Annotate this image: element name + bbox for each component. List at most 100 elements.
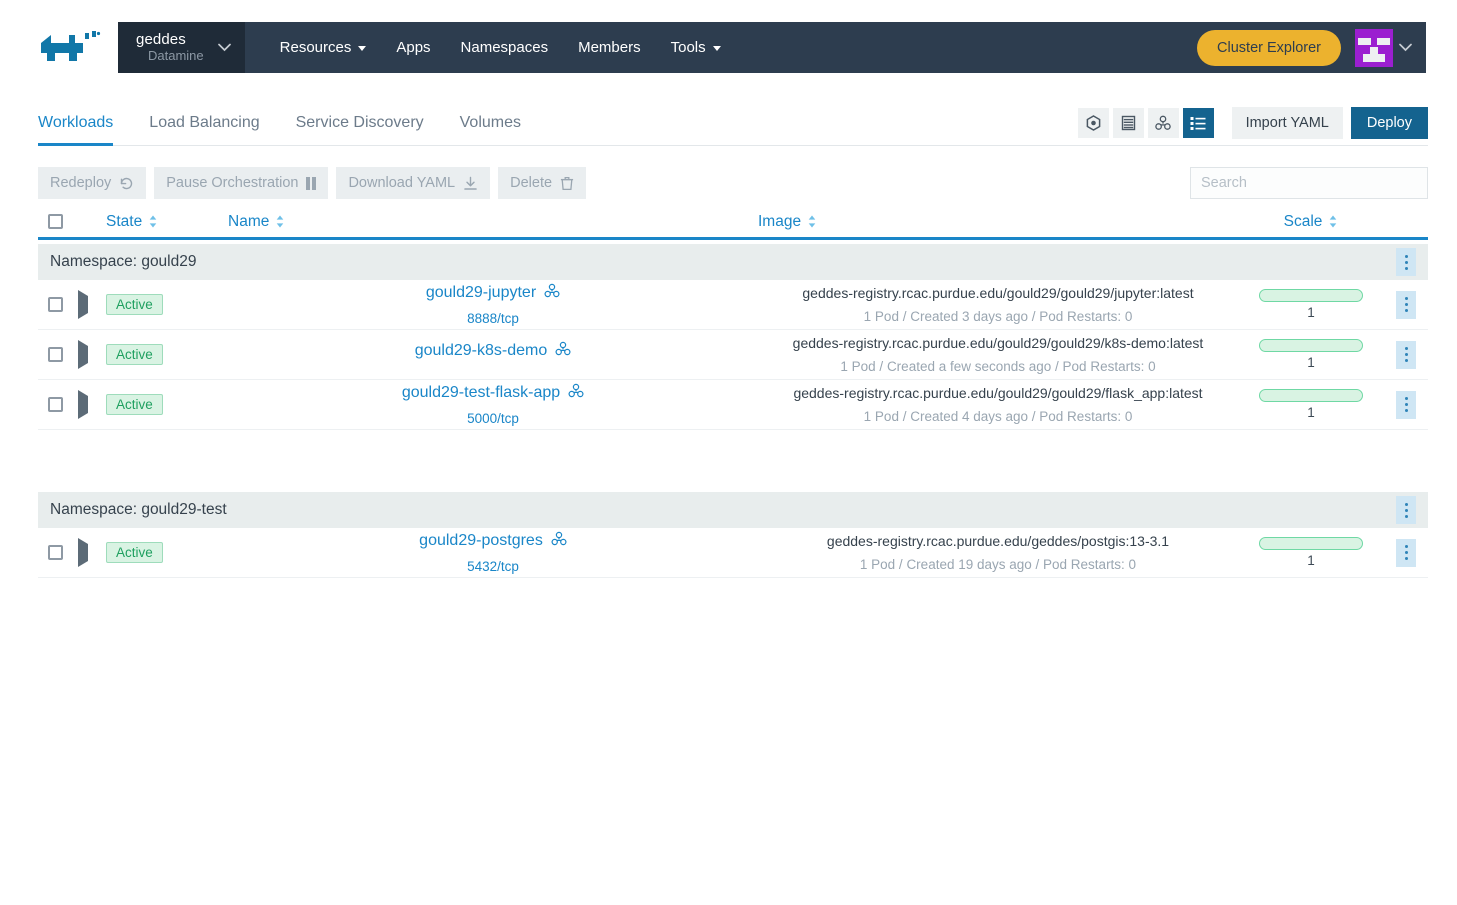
nav-label: Apps [396, 39, 430, 56]
deploy-button[interactable]: Deploy [1351, 107, 1428, 139]
cluster-nodes-icon[interactable] [1148, 108, 1179, 138]
section-tabs: Workloads Load Balancing Service Discove… [38, 104, 1428, 146]
namespace-group-label: Namespace: gould29 [50, 253, 197, 271]
kebab-menu-icon[interactable] [1396, 539, 1416, 567]
nav-label: Tools [671, 39, 706, 56]
user-menu[interactable] [1355, 29, 1412, 67]
column-header-name-label: Name [228, 213, 269, 231]
expand-arrow-icon[interactable] [78, 390, 88, 419]
scale-progress-bar [1259, 289, 1363, 302]
server-stack-icon[interactable] [1113, 108, 1144, 138]
row-checkbox[interactable] [48, 347, 63, 362]
bulk-action-bar: Redeploy Pause Orchestration Download YA… [38, 167, 1428, 199]
trash-icon [560, 176, 574, 191]
table-row[interactable]: Active gould29-test-flask-app 5000/tcp g… [38, 380, 1428, 430]
kebab-menu-icon[interactable] [1396, 391, 1416, 419]
status-badge: Active [106, 394, 163, 415]
tab-load-balancing[interactable]: Load Balancing [149, 114, 259, 146]
row-scale-cell: 1 [1238, 389, 1384, 420]
tab-workloads[interactable]: Workloads [38, 114, 113, 146]
namespace-group-menu-cell [1384, 248, 1428, 276]
download-icon [463, 176, 478, 191]
workload-name-link[interactable]: gould29-k8s-demo [415, 342, 548, 360]
row-menu-cell [1384, 539, 1428, 567]
row-checkbox[interactable] [48, 545, 63, 560]
delete-button[interactable]: Delete [498, 167, 586, 199]
nav-item-members[interactable]: Members [563, 22, 656, 73]
kebab-menu-icon[interactable] [1396, 248, 1416, 276]
workload-pod-summary: 1 Pod / Created 4 days ago / Pod Restart… [864, 409, 1133, 424]
pause-orchestration-button[interactable]: Pause Orchestration [154, 167, 328, 199]
row-menu-cell [1384, 341, 1428, 369]
table-row[interactable]: Active gould29-k8s-demo geddes-registry.… [38, 330, 1428, 380]
workload-image: geddes-registry.rcac.purdue.edu/gould29/… [802, 285, 1193, 301]
workload-image: geddes-registry.rcac.purdue.edu/gould29/… [793, 335, 1204, 351]
namespace-group-label: Namespace: gould29-test [50, 501, 227, 519]
row-image-cell: geddes-registry.rcac.purdue.edu/gould29/… [758, 385, 1238, 424]
chevron-down-icon [358, 46, 366, 51]
kebab-menu-icon[interactable] [1396, 496, 1416, 524]
tab-service-discovery[interactable]: Service Discovery [296, 114, 424, 146]
row-scale-cell: 1 [1238, 339, 1384, 370]
pause-icon [306, 177, 316, 190]
kebab-menu-icon[interactable] [1396, 291, 1416, 319]
sort-icon [1328, 214, 1338, 229]
column-header-image[interactable]: Image [758, 213, 1238, 231]
namespace-group-header: Namespace: gould29 [38, 244, 1428, 280]
rancher-logo[interactable] [22, 22, 118, 73]
table-row[interactable]: Active gould29-postgres 5432/tcp geddes-… [38, 528, 1428, 578]
workload-name-link[interactable]: gould29-jupyter [426, 284, 536, 302]
table-row[interactable]: Active gould29-jupyter 8888/tcp geddes-r… [38, 280, 1428, 330]
grouped-list-icon[interactable] [1183, 108, 1214, 138]
workload-name-link[interactable]: gould29-postgres [419, 532, 543, 550]
expand-arrow-icon[interactable] [78, 340, 88, 369]
row-expander-cell [78, 544, 106, 562]
row-checkbox-cell [38, 397, 78, 412]
row-state-cell: Active [106, 294, 228, 315]
row-expander-cell [78, 296, 106, 314]
column-header-state-label: State [106, 213, 142, 231]
workload-ports: 5432/tcp [467, 559, 519, 574]
cluster-explorer-button[interactable]: Cluster Explorer [1197, 30, 1341, 66]
row-checkbox[interactable] [48, 397, 63, 412]
workload-pod-summary: 1 Pod / Created a few seconds ago / Pod … [840, 359, 1155, 374]
cluster-selector[interactable]: geddes Datamine [118, 22, 245, 73]
row-checkbox-cell [38, 297, 78, 312]
column-header-scale[interactable]: Scale [1238, 213, 1384, 231]
select-all-checkbox[interactable] [48, 214, 63, 229]
row-expander-cell [78, 396, 106, 414]
row-state-cell: Active [106, 394, 228, 415]
expand-arrow-icon[interactable] [78, 538, 88, 567]
scale-progress-bar [1259, 389, 1363, 402]
nav-item-namespaces[interactable]: Namespaces [446, 22, 564, 73]
column-header-name[interactable]: Name [228, 213, 758, 231]
cluster-name: geddes [136, 31, 204, 48]
redeploy-button[interactable]: Redeploy [38, 167, 146, 199]
scale-count: 1 [1307, 553, 1315, 568]
tab-volumes[interactable]: Volumes [460, 114, 521, 146]
kebab-menu-icon[interactable] [1396, 341, 1416, 369]
download-yaml-button[interactable]: Download YAML [336, 167, 490, 199]
chevron-down-icon [1399, 39, 1412, 57]
column-header-state[interactable]: State [106, 213, 228, 231]
nav-item-resources[interactable]: Resources [265, 22, 382, 73]
row-checkbox-cell [38, 347, 78, 362]
sort-icon [275, 214, 285, 229]
workload-name-link[interactable]: gould29-test-flask-app [402, 384, 560, 402]
column-header-image-label: Image [758, 213, 801, 231]
row-name-cell: gould29-test-flask-app 5000/tcp [228, 383, 758, 426]
cube-icon[interactable] [1078, 108, 1109, 138]
nav-item-apps[interactable]: Apps [381, 22, 445, 73]
select-all-checkbox-cell [38, 214, 78, 229]
scale-count: 1 [1307, 305, 1315, 320]
nav-item-tools[interactable]: Tools [656, 22, 736, 73]
scale-count: 1 [1307, 405, 1315, 420]
row-checkbox[interactable] [48, 297, 63, 312]
namespace-group-header: Namespace: gould29-test [38, 492, 1428, 528]
import-yaml-button[interactable]: Import YAML [1232, 107, 1343, 139]
cluster-nodes-icon [551, 531, 567, 551]
search-input[interactable] [1190, 167, 1428, 199]
expand-arrow-icon[interactable] [78, 290, 88, 319]
row-image-cell: geddes-registry.rcac.purdue.edu/gould29/… [758, 335, 1238, 374]
scale-count: 1 [1307, 355, 1315, 370]
